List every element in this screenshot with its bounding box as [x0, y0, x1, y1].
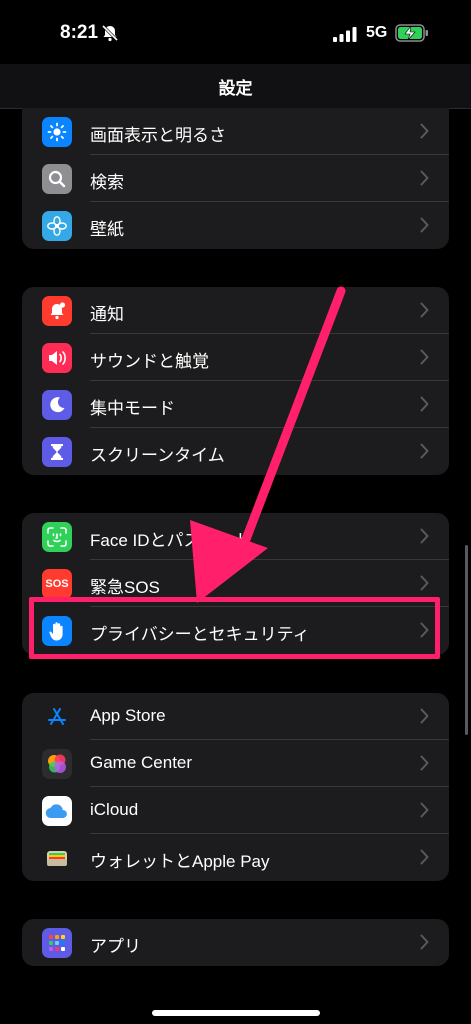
- speaker-icon: [42, 343, 72, 373]
- battery-charging-icon: [395, 24, 428, 42]
- row-label: アプリ: [90, 937, 141, 956]
- row-label: iCloud: [90, 800, 139, 819]
- settings-group-apps: アプリ: [22, 919, 449, 966]
- navigation-bar: 設定: [0, 64, 471, 109]
- icloud-icon: [42, 796, 72, 826]
- wallet-icon: [42, 843, 72, 873]
- chevron-right-icon: [420, 708, 429, 724]
- chevron-right-icon: [420, 123, 429, 139]
- search-icon: [42, 164, 72, 194]
- row-label: App Store: [90, 706, 166, 725]
- settings-row-icloud[interactable]: iCloud: [22, 787, 449, 834]
- chevron-right-icon: [420, 170, 429, 186]
- settings-row-wallet-apple-pay[interactable]: ウォレットとApple Pay: [22, 834, 449, 881]
- sos-icon-text: SOS: [45, 578, 69, 590]
- chevron-right-icon: [420, 217, 429, 233]
- settings-row-search[interactable]: 検索: [22, 155, 449, 202]
- row-label: 壁紙: [90, 220, 124, 239]
- app-store-icon: [42, 702, 72, 732]
- moon-icon: [42, 390, 72, 420]
- sos-icon: SOS: [42, 569, 72, 599]
- chevron-right-icon: [420, 349, 429, 365]
- row-label: 緊急SOS: [90, 578, 160, 597]
- settings-row-display-brightness[interactable]: 画面表示と明るさ: [22, 108, 449, 155]
- home-indicator[interactable]: [152, 1010, 320, 1016]
- settings-row-app-store[interactable]: App Store: [22, 693, 449, 740]
- scrollbar[interactable]: [465, 545, 468, 735]
- row-label: 画面表示と明るさ: [90, 126, 226, 145]
- row-label: ウォレットとApple Pay: [90, 852, 270, 871]
- settings-row-focus[interactable]: 集中モード: [22, 381, 449, 428]
- settings-row-apps[interactable]: アプリ: [22, 919, 449, 966]
- settings-group-display: 画面表示と明るさ 検索 壁紙: [22, 108, 449, 249]
- settings-row-wallpaper[interactable]: 壁紙: [22, 202, 449, 249]
- page-title: 設定: [218, 79, 253, 98]
- chevron-right-icon: [420, 443, 429, 459]
- settings-row-screen-time[interactable]: スクリーンタイム: [22, 428, 449, 475]
- chevron-right-icon: [420, 802, 429, 818]
- row-label: 通知: [90, 305, 124, 324]
- row-label: Face IDとパスコード: [90, 531, 252, 550]
- row-label: スクリーンタイム: [90, 446, 225, 465]
- hourglass-icon: [42, 437, 72, 467]
- settings-row-notifications[interactable]: 通知: [22, 287, 449, 334]
- notification-bell-icon: [42, 296, 72, 326]
- game-center-icon: [42, 749, 72, 779]
- chevron-right-icon: [420, 396, 429, 412]
- wallpaper-flower-icon: [42, 211, 72, 241]
- row-label: 集中モード: [90, 399, 175, 418]
- chevron-right-icon: [420, 934, 429, 950]
- settings-group-services: App Store Game Center iCloud ウォレットとApple…: [22, 693, 449, 881]
- status-time: 8:21: [60, 22, 99, 43]
- brightness-icon: [42, 117, 72, 147]
- settings-row-face-id-passcode[interactable]: Face IDとパスコード: [22, 513, 449, 560]
- chevron-right-icon: [420, 528, 429, 544]
- status-bar: 8:21 5G: [0, 0, 471, 64]
- cellular-signal-icon: [333, 27, 357, 42]
- row-label: Game Center: [90, 753, 193, 772]
- silent-bell-icon: [101, 24, 119, 42]
- settings-row-game-center[interactable]: Game Center: [22, 740, 449, 787]
- highlight-box: [29, 597, 440, 659]
- chevron-right-icon: [420, 849, 429, 865]
- network-type: 5G: [366, 24, 388, 41]
- row-label: 検索: [90, 173, 124, 192]
- chevron-right-icon: [420, 575, 429, 591]
- chevron-right-icon: [420, 302, 429, 318]
- apps-grid-icon: [42, 928, 72, 958]
- settings-row-sounds-haptics[interactable]: サウンドと触覚: [22, 334, 449, 381]
- row-label: サウンドと触覚: [90, 352, 209, 371]
- settings-group-notifications: 通知 サウンドと触覚 集中モード スクリーンタイム: [22, 287, 449, 475]
- face-id-icon: [42, 522, 72, 552]
- chevron-right-icon: [420, 755, 429, 771]
